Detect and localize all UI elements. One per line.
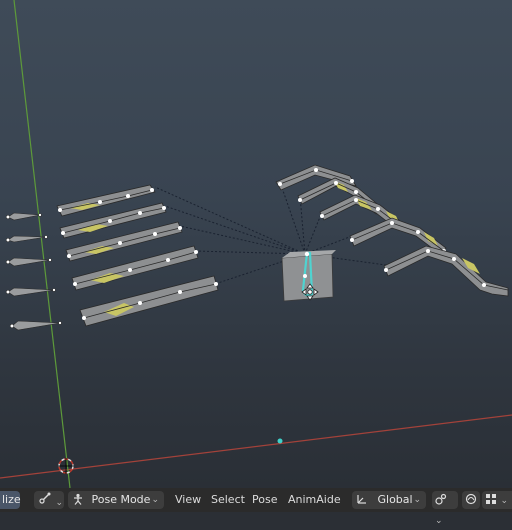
pose-mode-icon bbox=[72, 493, 84, 511]
grid-menu-button[interactable]: ⌄ bbox=[482, 491, 512, 509]
mode-label: Pose Mode bbox=[91, 493, 151, 506]
left-stub-button[interactable]: lize bbox=[0, 491, 21, 509]
y-axis-line bbox=[13, 0, 71, 488]
chevron-down-icon: ⌄ bbox=[55, 498, 64, 508]
snap-icon bbox=[435, 493, 447, 511]
editor-type-button[interactable]: ⌄ bbox=[34, 491, 64, 509]
menu-select[interactable]: Select bbox=[211, 488, 245, 512]
proportional-editing-icon bbox=[465, 493, 477, 511]
x-axis-line bbox=[0, 414, 512, 479]
mode-dropdown[interactable]: Pose Mode ⌄ bbox=[68, 491, 164, 509]
grid-icon bbox=[485, 493, 497, 511]
chevron-down-icon: ⌄ bbox=[500, 496, 509, 506]
menu-animaide[interactable]: AnimAide bbox=[288, 488, 341, 512]
left-stub-label: lize bbox=[2, 493, 21, 506]
menu-pose[interactable]: Pose bbox=[252, 488, 277, 512]
chevron-down-icon: ⌄ bbox=[413, 495, 421, 505]
viewport-header: lize ⌄ Pose Mode ⌄ View Select Pose Anim… bbox=[0, 488, 512, 526]
3d-viewport[interactable] bbox=[0, 0, 512, 488]
transform-orientation-icon bbox=[356, 493, 368, 511]
orientation-label: Global bbox=[377, 493, 413, 506]
snap-toggle[interactable]: ⌄ bbox=[432, 491, 458, 526]
bone-group-right-finger-5[interactable] bbox=[383, 245, 509, 297]
viewport-canvas[interactable] bbox=[0, 0, 512, 488]
proportional-editing-toggle[interactable] bbox=[462, 491, 480, 509]
3d-cursor[interactable] bbox=[58, 458, 74, 474]
menu-view[interactable]: View bbox=[175, 488, 201, 512]
chevron-down-icon: ⌄ bbox=[151, 495, 159, 505]
bone-group-left-tips[interactable] bbox=[5, 212, 62, 331]
transform-orientation-dropdown[interactable]: Global ⌄ bbox=[352, 491, 426, 509]
armature-icon bbox=[38, 491, 52, 511]
object-origin bbox=[277, 438, 283, 444]
chevron-down-icon: ⌄ bbox=[435, 516, 443, 526]
